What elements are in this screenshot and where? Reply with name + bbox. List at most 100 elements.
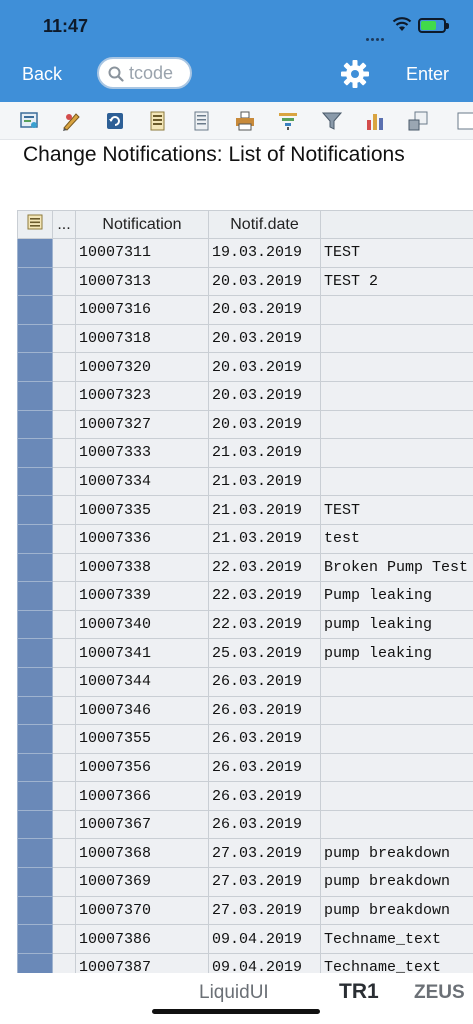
row-selector[interactable] [17,781,53,811]
change-layout-icon[interactable] [191,110,213,132]
notification-cell[interactable]: 10007370 [75,895,209,926]
table-row[interactable]: 10007335 21.03.2019 TEST [17,495,473,525]
row-selector[interactable] [17,266,53,297]
enter-button[interactable]: Enter [406,64,449,85]
notification-cell[interactable]: 10007333 [75,438,209,468]
notification-cell[interactable]: 10007386 [75,924,209,954]
row-selector[interactable] [17,238,53,268]
select-all-layout-icon[interactable] [17,210,53,239]
table-row[interactable]: 10007368 27.03.2019 pump breakdown [17,838,473,869]
edit-icon[interactable] [61,110,83,132]
row-selector[interactable] [17,838,53,869]
notification-cell[interactable]: 10007355 [75,724,209,754]
table-row[interactable]: 10007386 09.04.2019 Techname_text [17,924,473,954]
row-selector[interactable] [17,867,53,897]
tcode-input[interactable] [129,63,187,83]
notification-cell[interactable]: 10007313 [75,266,209,297]
table-row[interactable]: 10007327 20.03.2019 [17,409,473,440]
table-row[interactable]: 10007339 22.03.2019 Pump leaking [17,581,473,611]
tab-tr1[interactable]: TR1 [339,980,379,1004]
notification-cell[interactable]: 10007318 [75,323,209,354]
table-row[interactable]: 10007369 27.03.2019 pump breakdown [17,867,473,897]
notification-cell[interactable]: 10007335 [75,495,209,525]
detail-icon[interactable] [19,110,41,132]
row-selector[interactable] [17,895,53,926]
row-selector[interactable] [17,581,53,611]
table-row[interactable]: 10007338 22.03.2019 Broken Pump Test [17,552,473,583]
row-selector[interactable] [17,323,53,354]
row-selector[interactable] [17,523,53,554]
chart-icon[interactable] [364,110,386,132]
column-more-header[interactable]: ... [52,210,76,239]
export-icon[interactable] [407,110,429,132]
row-selector[interactable] [17,380,53,411]
notification-cell[interactable]: 10007336 [75,523,209,554]
notification-cell[interactable]: 10007334 [75,466,209,497]
column-header-notification[interactable]: Notification [75,210,209,239]
notification-cell[interactable]: 10007327 [75,409,209,440]
row-selector[interactable] [17,438,53,468]
notification-cell[interactable]: 10007340 [75,609,209,640]
row-selector[interactable] [17,352,53,382]
notification-cell[interactable]: 10007356 [75,752,209,783]
filter-icon[interactable] [321,110,343,132]
tab-liquidui[interactable]: LiquidUI [199,982,269,1004]
notification-cell[interactable]: 10007369 [75,867,209,897]
notification-cell[interactable]: 10007323 [75,380,209,411]
table-row[interactable]: 10007370 27.03.2019 pump breakdown [17,895,473,926]
row-selector[interactable] [17,695,53,726]
table-row[interactable]: 10007346 26.03.2019 [17,695,473,726]
table-row[interactable]: 10007366 26.03.2019 [17,781,473,811]
table-row[interactable]: 10007344 26.03.2019 [17,666,473,697]
notification-cell[interactable]: 10007387 [75,952,209,973]
row-selector[interactable] [17,609,53,640]
table-row[interactable]: 10007320 20.03.2019 [17,352,473,382]
refresh-icon[interactable] [104,110,126,132]
table-row[interactable]: 10007341 25.03.2019 pump leaking [17,638,473,668]
table-row[interactable]: 10007367 26.03.2019 [17,809,473,840]
row-selector[interactable] [17,724,53,754]
row-selector[interactable] [17,638,53,668]
row-selector[interactable] [17,295,53,325]
back-button[interactable]: Back [22,64,62,85]
notification-cell[interactable]: 10007366 [75,781,209,811]
tcode-search-field[interactable] [97,57,192,89]
table-row[interactable]: 10007311 19.03.2019 TEST [17,238,473,268]
row-selector[interactable] [17,666,53,697]
sort-icon[interactable] [277,110,299,132]
table-row[interactable]: 10007356 26.03.2019 [17,752,473,783]
notification-cell[interactable]: 10007316 [75,295,209,325]
print-icon[interactable] [234,110,256,132]
table-row[interactable]: 10007355 26.03.2019 [17,724,473,754]
notification-cell[interactable]: 10007320 [75,352,209,382]
settings-gear-icon[interactable] [340,59,370,94]
notification-cell[interactable]: 10007367 [75,809,209,840]
notification-cell[interactable]: 10007311 [75,238,209,268]
table-row[interactable]: 10007387 09.04.2019 Techname_text [17,952,473,973]
notification-cell[interactable]: 10007338 [75,552,209,583]
row-selector[interactable] [17,466,53,497]
row-selector[interactable] [17,952,53,973]
table-row[interactable]: 10007334 21.03.2019 [17,466,473,497]
table-row[interactable]: 10007323 20.03.2019 [17,380,473,411]
row-selector[interactable] [17,495,53,525]
table-row[interactable]: 10007313 20.03.2019 TEST 2 [17,266,473,297]
select-layout-icon[interactable] [147,110,169,132]
table-row[interactable]: 10007336 21.03.2019 test [17,523,473,554]
row-selector[interactable] [17,409,53,440]
table-row[interactable]: 10007333 21.03.2019 [17,438,473,468]
notification-cell[interactable]: 10007339 [75,581,209,611]
notification-cell[interactable]: 10007368 [75,838,209,869]
row-selector[interactable] [17,552,53,583]
column-header-notif-date[interactable]: Notif.date [208,210,321,239]
tab-zeus[interactable]: ZEUS [414,982,465,1004]
table-row[interactable]: 10007316 20.03.2019 [17,295,473,325]
row-selector[interactable] [17,752,53,783]
row-selector[interactable] [17,924,53,954]
notification-cell[interactable]: 10007341 [75,638,209,668]
table-row[interactable]: 10007318 20.03.2019 [17,323,473,354]
column-header-description[interactable] [320,210,473,239]
more-icon[interactable] [455,110,473,132]
table-row[interactable]: 10007340 22.03.2019 pump leaking [17,609,473,640]
row-selector[interactable] [17,809,53,840]
